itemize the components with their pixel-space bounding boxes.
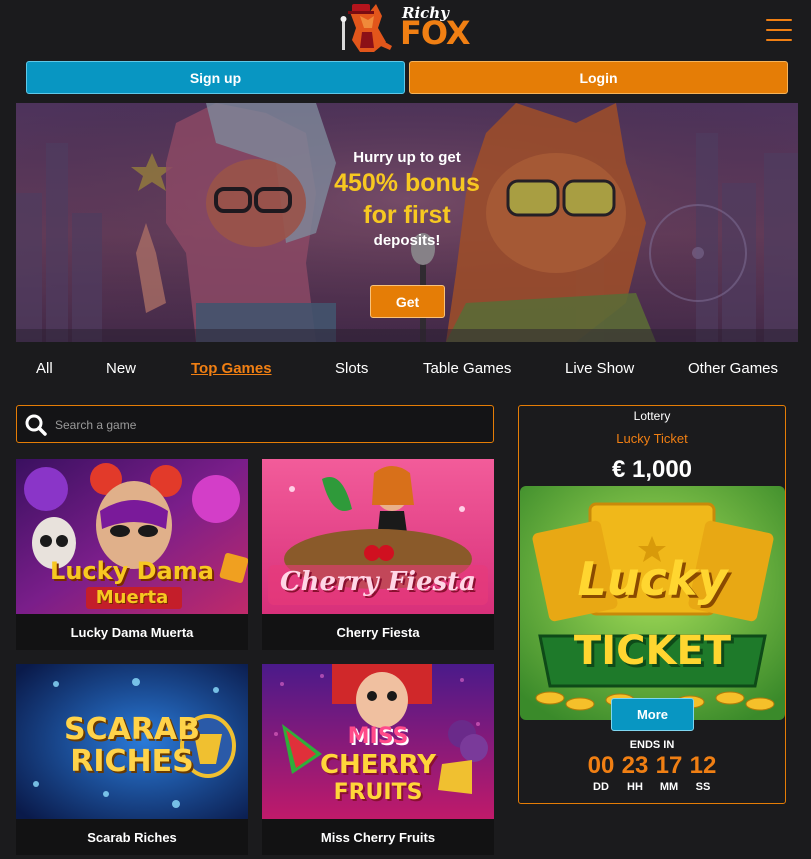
search-icon — [25, 414, 47, 436]
ends-in-label: ENDS IN — [629, 739, 675, 751]
game-thumbnail: Cherry Fiesta — [262, 459, 494, 614]
game-art-title: Lucky Dama — [50, 557, 214, 585]
get-bonus-button[interactable]: Get — [370, 285, 445, 318]
auth-buttons: Sign up Login — [26, 61, 788, 95]
hamburger-menu-icon[interactable] — [766, 19, 792, 45]
game-category-tabs: All New Top Games Slots Table Games Live… — [0, 360, 811, 384]
game-art-subtitle: Muerta — [95, 587, 169, 608]
game-search — [16, 405, 494, 443]
signup-button[interactable]: Sign up — [26, 61, 405, 94]
game-card-cherry-fiesta[interactable]: Cherry Fiesta Cherry Fiesta — [262, 459, 494, 650]
lottery-art-title: Lucky — [577, 552, 728, 606]
game-title: Scarab Riches — [16, 819, 248, 855]
tab-table-games[interactable]: Table Games — [423, 360, 511, 377]
timer-minutes: 17 MM — [655, 752, 683, 794]
game-art-subtitle: RICHES — [70, 744, 194, 779]
lottery-more-button[interactable]: More — [611, 698, 694, 731]
game-art-subtitle-2: FRUITS — [333, 780, 423, 805]
tab-slots[interactable]: Slots — [335, 360, 368, 377]
lottery-prize-amount: € 1,000 — [611, 456, 693, 483]
tab-other-games[interactable]: Other Games — [688, 360, 778, 377]
game-title: Lucky Dama Muerta — [16, 614, 248, 650]
richy-fox-logo[interactable]: Richy FOX — [338, 0, 478, 56]
promo-banner: Hurry up to get 450% bonus for first dep… — [16, 103, 798, 342]
banner-line-3: for first — [363, 201, 451, 229]
search-input[interactable] — [55, 415, 475, 435]
login-button[interactable]: Login — [409, 61, 788, 94]
game-thumbnail: MISS CHERRY FRUITS — [262, 664, 494, 819]
game-title: Miss Cherry Fruits — [262, 819, 494, 855]
banner-line-1: Hurry up to get — [353, 149, 461, 166]
lottery-name[interactable]: Lucky Ticket — [519, 431, 785, 446]
lottery-panel: Lottery Lucky Ticket € 1,000 Lucky TICKE… — [518, 405, 786, 804]
timer-hours: 23 HH — [621, 752, 649, 794]
site-header: Richy FOX — [0, 0, 811, 60]
banner-bonus-amount: 450% bonus — [334, 169, 480, 197]
fox-mascot-icon — [340, 4, 392, 52]
lottery-artwork: Lucky TICKET — [520, 486, 785, 720]
game-art-title: MISS — [347, 724, 409, 749]
game-art-subtitle: CHERRY — [319, 750, 437, 780]
game-title: Cherry Fiesta — [262, 614, 494, 650]
timer-days: 00 DD — [587, 752, 615, 794]
game-thumbnail: SCARAB RICHES — [16, 664, 248, 819]
tab-all[interactable]: All — [36, 360, 53, 377]
game-card-lucky-dama-muerta[interactable]: Lucky Dama Muerta Lucky Dama Muerta — [16, 459, 248, 650]
game-thumbnail: Lucky Dama Muerta — [16, 459, 248, 614]
game-card-scarab-riches[interactable]: SCARAB RICHES Scarab Riches — [16, 664, 248, 855]
lottery-art-subtitle: TICKET — [573, 628, 732, 674]
countdown-timer: 00 DD 23 HH 17 MM 12 SS — [585, 753, 721, 797]
game-card-miss-cherry-fruits[interactable]: MISS CHERRY FRUITS Miss Cherry Fruits — [262, 664, 494, 855]
game-art-title: SCARAB — [63, 712, 201, 747]
game-art-title: Cherry Fiesta — [279, 567, 477, 597]
tab-new[interactable]: New — [106, 360, 136, 377]
lottery-label: Lottery — [633, 409, 671, 423]
timer-seconds: 12 SS — [689, 752, 717, 794]
tab-live-show[interactable]: Live Show — [565, 360, 634, 377]
logo-fox-text: FOX — [400, 14, 471, 52]
tab-top-games[interactable]: Top Games — [191, 360, 272, 377]
banner-line-4: deposits! — [373, 232, 441, 249]
